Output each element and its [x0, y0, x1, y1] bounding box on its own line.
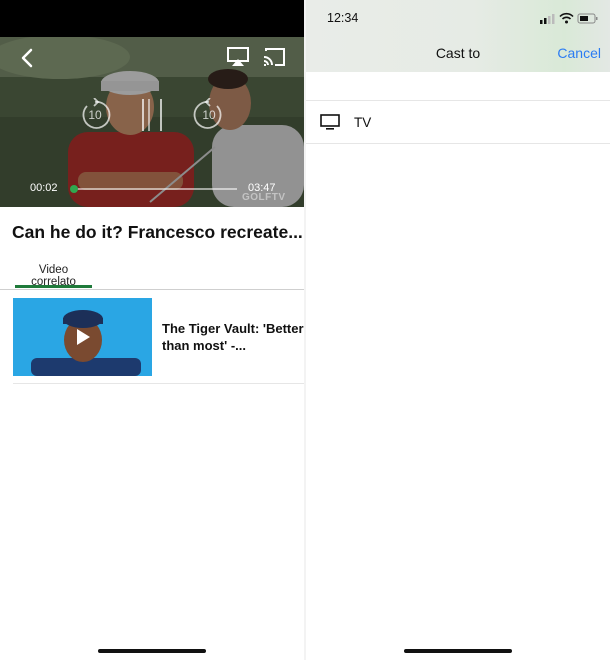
back-button[interactable] — [14, 45, 40, 71]
video-player[interactable]: 10 10 00:02 03:47 GOLFTV — [0, 37, 304, 207]
channel-watermark: GOLFTV — [242, 192, 286, 203]
progress-bar[interactable] — [69, 185, 237, 193]
status-time: 12:34 — [327, 11, 359, 25]
airplay-icon — [227, 47, 249, 66]
pause-icon — [142, 99, 162, 131]
airplay-button[interactable] — [225, 45, 251, 69]
scrubber-handle[interactable] — [69, 185, 78, 193]
status-bar — [0, 0, 304, 37]
chevron-left-icon — [21, 48, 33, 68]
active-tab-indicator — [15, 285, 92, 288]
skip-forward-button[interactable]: 10 — [192, 98, 226, 132]
play-icon — [77, 329, 90, 345]
home-indicator[interactable] — [404, 649, 512, 653]
related-video-title: The Tiger Vault: 'Better than most' -... — [162, 321, 304, 353]
pause-button[interactable] — [140, 95, 164, 135]
battery-icon — [577, 13, 598, 24]
cast-sheet-screen: 12:34 Cast to Cancel TV — [306, 0, 610, 660]
skip-forward-seconds: 10 — [202, 108, 216, 122]
status-icons — [540, 12, 598, 24]
related-video-thumbnail[interactable] — [13, 298, 152, 376]
home-indicator[interactable] — [98, 649, 206, 653]
cellular-signal-icon — [540, 14, 555, 24]
cast-button[interactable] — [261, 45, 287, 69]
video-app-screen: 10 10 00:02 03:47 GOLFTV Can he do it? F… — [0, 0, 304, 660]
list-bottom-divider — [306, 143, 610, 144]
skip-back-button[interactable]: 10 — [78, 98, 112, 132]
list-divider — [13, 383, 304, 384]
cast-device-item[interactable]: TV — [306, 101, 610, 144]
skip-back-seconds: 10 — [88, 108, 102, 122]
related-video-item[interactable]: The Tiger Vault: 'Better than most' -... — [13, 298, 304, 376]
wifi-icon — [559, 12, 574, 24]
cast-sheet-header: 12:34 Cast to Cancel — [306, 0, 610, 72]
tv-icon — [320, 114, 340, 130]
cancel-button[interactable]: Cancel — [557, 45, 601, 61]
current-time: 00:02 — [30, 182, 58, 194]
tab-divider — [0, 289, 304, 290]
video-title: Can he do it? Francesco recreate... — [12, 222, 302, 242]
cast-device-label: TV — [354, 115, 372, 130]
cast-icon — [263, 48, 285, 66]
